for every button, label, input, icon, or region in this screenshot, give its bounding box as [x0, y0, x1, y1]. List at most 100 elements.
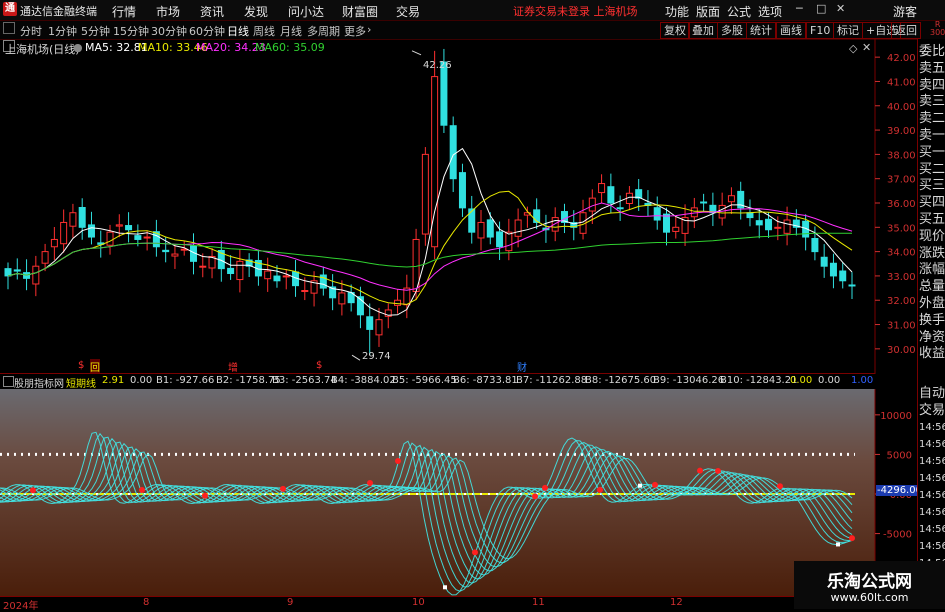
signal-dot — [202, 492, 208, 499]
side-item[interactable]: 买三 — [919, 178, 945, 194]
side-item[interactable]: 委比 — [919, 44, 945, 60]
btn-tongji[interactable]: 统计 — [746, 22, 776, 39]
period-fenshi[interactable]: 分时 — [20, 23, 42, 39]
signal-dot — [542, 484, 548, 491]
period-month[interactable]: 月线 — [280, 23, 302, 39]
price-chart[interactable]: 42.00 41.00 40.00 39.00 38.00 37.00 36.00 35.00… — [0, 39, 917, 374]
chevron-right-icon[interactable]: › — [367, 23, 371, 36]
brand-watermark: 乐淘公式网 www.60lt.com — [794, 561, 945, 609]
event-mark-finance[interactable]: 财 — [517, 359, 527, 374]
period-15min[interactable]: 15分钟 — [113, 23, 149, 39]
candle-body — [848, 284, 856, 287]
side-item[interactable]: 卖五 — [919, 61, 945, 77]
signal-dot — [472, 549, 478, 556]
menu-shichang[interactable]: 市场 — [156, 3, 180, 20]
btn-duogu[interactable]: 多股 — [717, 22, 747, 39]
period-30min[interactable]: 30分钟 — [151, 23, 187, 39]
side-item[interactable]: 涨跌 — [919, 246, 945, 262]
white-marker — [638, 483, 642, 488]
menu-faxian[interactable]: 发现 — [244, 3, 268, 20]
side-item[interactable]: 卖四 — [919, 78, 945, 94]
side-item[interactable]: 外盘 — [919, 296, 945, 312]
side-lower-item[interactable]: 交易 — [919, 403, 945, 419]
btn-biaoji[interactable]: 标记 — [833, 22, 863, 39]
side-time: 14:56 — [919, 541, 945, 552]
candle-body — [839, 270, 847, 282]
period-toolbar: 分时 1分钟 5分钟 15分钟 30分钟 60分钟 日线 周线 月线 多周期 更… — [0, 21, 945, 40]
side-time: 14:56 — [919, 473, 945, 484]
period-day[interactable]: 日线 — [227, 23, 249, 39]
event-mark-buyback[interactable]: 回 — [90, 359, 100, 374]
event-mark-dividend[interactable]: $ — [78, 360, 84, 371]
event-mark-dividend-2[interactable]: $ — [316, 360, 322, 371]
side-item[interactable]: 收益 — [919, 346, 945, 362]
candle-body — [171, 253, 179, 257]
btn-fanhui[interactable]: 返回 — [891, 22, 921, 39]
user-guest[interactable]: 游客 — [893, 3, 917, 20]
candle-body — [264, 270, 272, 280]
menu-zixun[interactable]: 资讯 — [200, 3, 224, 20]
side-item[interactable]: 换手 — [919, 313, 945, 329]
menu-caifuquan[interactable]: 财富圈 — [342, 3, 378, 20]
side-time: 14:56 — [919, 439, 945, 450]
candle-body — [727, 195, 735, 203]
ind-val-b6: B6: -8733.81 — [453, 375, 518, 386]
side-item[interactable]: 现价 — [919, 229, 945, 245]
menu-hangqing[interactable]: 行情 — [112, 3, 136, 20]
indicator-chart[interactable]: 1000050000.00-5000-10000 — [0, 389, 917, 596]
menu-gongshi[interactable]: 公式 — [727, 3, 751, 20]
btn-fuquan[interactable]: 复权 — [660, 22, 690, 39]
side-item[interactable]: 涨幅 — [919, 262, 945, 278]
side-item[interactable]: 总量 — [919, 279, 945, 295]
candle-body — [41, 251, 49, 264]
minimize-icon[interactable]: ─ — [796, 2, 803, 15]
menu-gongneng[interactable]: 功能 — [665, 3, 689, 20]
candle-body — [143, 236, 151, 239]
side-time: 14:56 — [919, 422, 945, 433]
period-multi[interactable]: 多周期 — [307, 23, 340, 39]
close-icon[interactable]: ✕ — [836, 2, 845, 15]
side-time: 14:56 — [919, 490, 945, 501]
side-item[interactable]: 买五 — [919, 212, 945, 228]
brand-url: www.60lt.com — [830, 591, 909, 604]
signal-dot — [777, 483, 783, 490]
event-mark-increase[interactable]: 增 — [228, 359, 238, 374]
btn-f10[interactable]: F10 — [806, 22, 835, 39]
low-price-label: 29.74 — [362, 351, 391, 362]
side-item[interactable]: 买四 — [919, 195, 945, 211]
side-item[interactable]: 净资 — [919, 330, 945, 346]
candle-body — [394, 299, 402, 306]
toolbar-menu-icon[interactable] — [3, 22, 15, 34]
signal-dot — [139, 486, 145, 493]
period-week[interactable]: 周线 — [253, 23, 275, 39]
side-item[interactable]: 卖二 — [919, 111, 945, 127]
menu-wenxiaoda[interactable]: 问小达 — [288, 3, 324, 20]
indicator-collapse-icon[interactable] — [3, 376, 14, 387]
ind-val-b1: B1: -927.66 — [156, 375, 215, 386]
maximize-icon[interactable]: □ — [816, 2, 826, 15]
menu-banmian[interactable]: 版面 — [696, 3, 720, 20]
menu-jiaoyi[interactable]: 交易 — [396, 3, 420, 20]
menu-xuanxiang[interactable]: 选项 — [758, 3, 782, 20]
candle-body — [765, 218, 773, 231]
candle-body — [162, 249, 170, 253]
period-more[interactable]: 更多 — [344, 23, 366, 39]
high-pointer — [411, 50, 422, 56]
period-5min[interactable]: 5分钟 — [81, 23, 110, 39]
candle-body — [829, 262, 837, 277]
current-value-tag: -4296.00 — [876, 485, 923, 496]
date-label-2024: 2024年 — [3, 601, 39, 612]
period-60min[interactable]: 60分钟 — [189, 23, 225, 39]
side-item[interactable]: 买二 — [919, 162, 945, 178]
indicator-name[interactable]: 股朋指标网 — [14, 375, 64, 390]
side-item[interactable]: 卖一 — [919, 128, 945, 144]
btn-diejia[interactable]: 叠加 — [688, 22, 718, 39]
btn-huaxian[interactable]: 画线 — [776, 22, 806, 39]
side-item[interactable]: 卖三 — [919, 94, 945, 110]
price-tick-label: 39.00 — [887, 126, 916, 137]
side-item[interactable]: 买一 — [919, 145, 945, 161]
side-lower-item[interactable]: 自动 — [919, 386, 945, 402]
period-1min[interactable]: 1分钟 — [48, 23, 77, 39]
signal-dot — [697, 467, 703, 474]
candle-body — [663, 213, 671, 233]
